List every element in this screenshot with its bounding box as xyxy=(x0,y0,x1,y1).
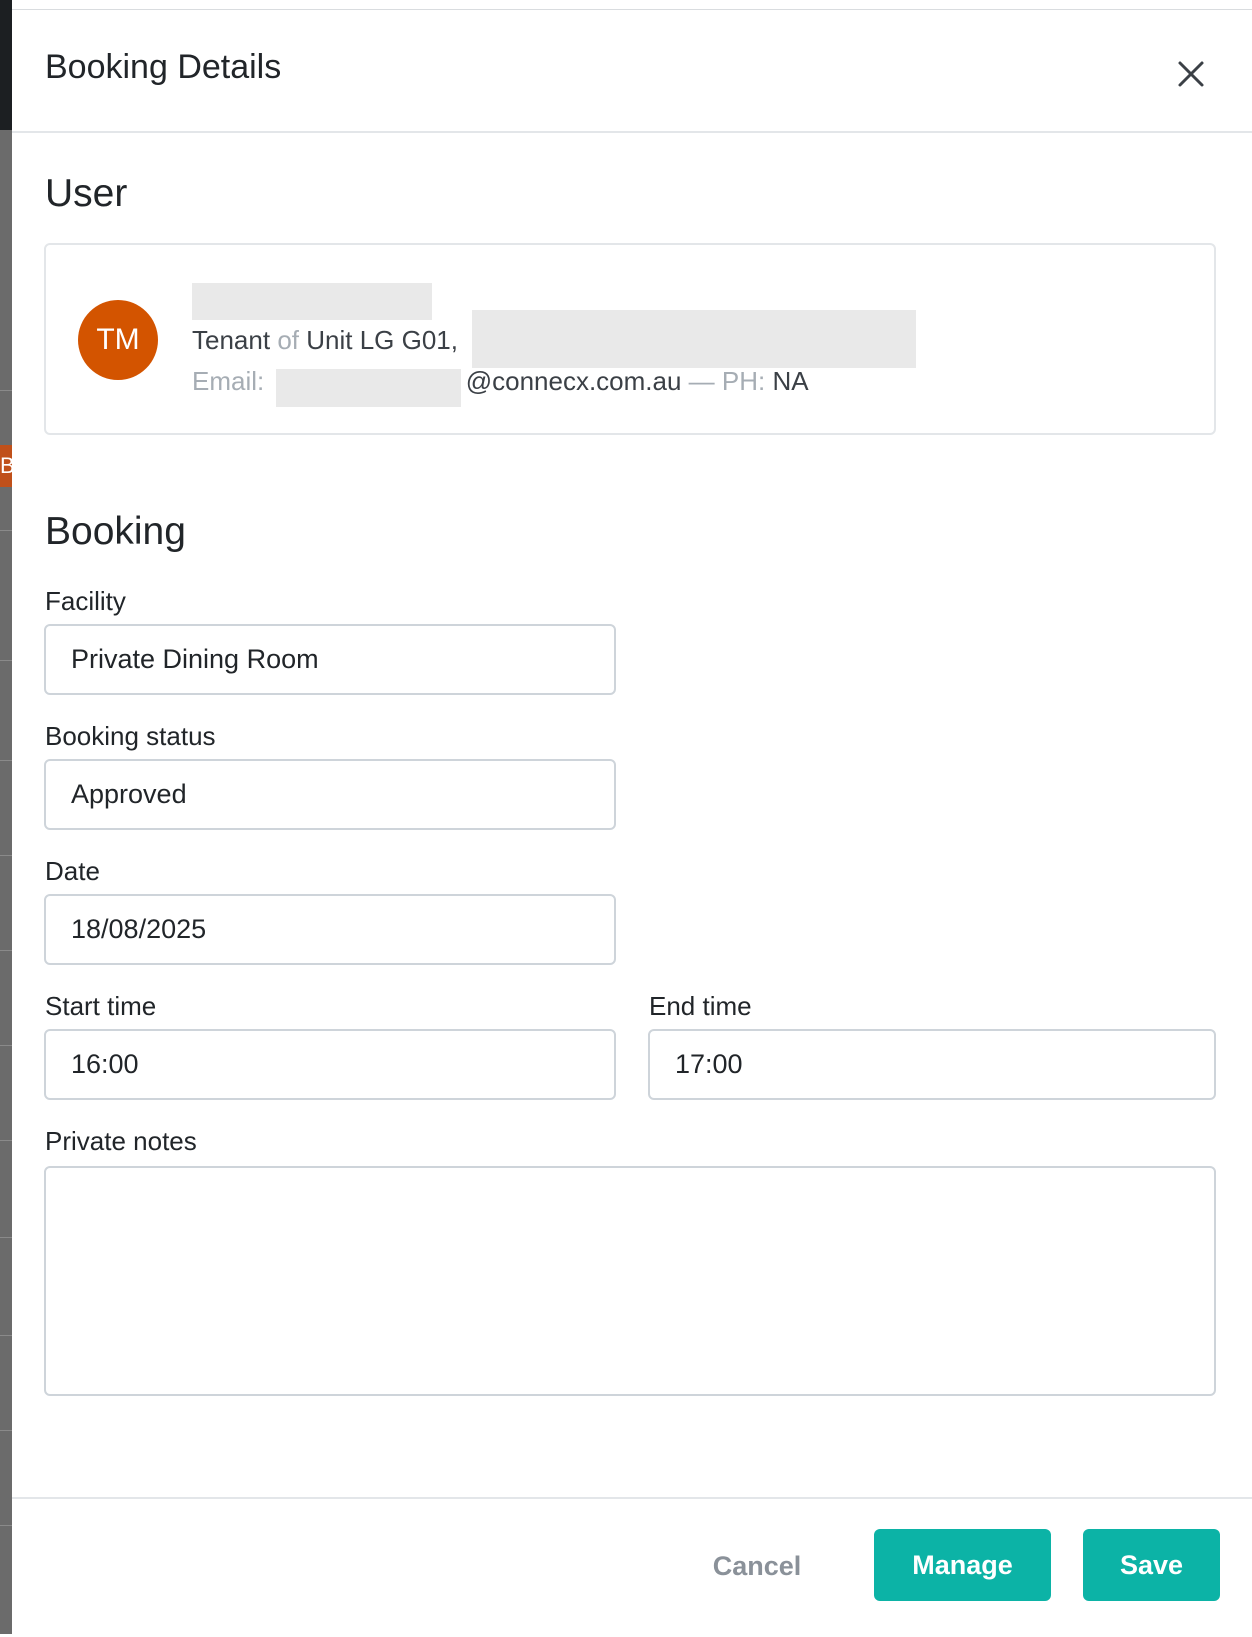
date-label: Date xyxy=(45,856,100,886)
redacted-company xyxy=(472,310,916,368)
modal-title: Booking Details xyxy=(45,48,282,86)
close-icon xyxy=(1178,61,1204,87)
of-word: of xyxy=(277,325,299,355)
facility-label: Facility xyxy=(45,586,126,616)
backdrop-divider xyxy=(0,855,12,856)
end-time-label: End time xyxy=(649,991,752,1021)
modal-footer: Cancel Manage Save xyxy=(12,1497,1252,1637)
backdrop-divider xyxy=(0,1430,12,1431)
user-tenancy-line: Tenant of Unit LG G01, xyxy=(192,325,458,356)
backdrop-divider xyxy=(0,1335,12,1336)
user-card: TM Tenant of Unit LG G01, Email: @connec… xyxy=(44,243,1216,435)
backdrop-divider xyxy=(0,530,12,531)
user-section-heading: User xyxy=(45,172,128,215)
backdrop-header xyxy=(0,0,12,130)
booking-status-field[interactable]: Approved xyxy=(44,759,616,830)
facility-field[interactable]: Private Dining Room xyxy=(44,624,616,695)
private-notes-textarea[interactable] xyxy=(44,1166,1216,1396)
avatar: TM xyxy=(78,300,158,380)
backdrop-divider xyxy=(0,1525,12,1526)
private-notes-label: Private notes xyxy=(45,1126,197,1156)
backdrop-divider xyxy=(0,1237,12,1238)
separator: — xyxy=(688,366,715,396)
redacted-user-name xyxy=(192,283,432,320)
cancel-button[interactable]: Cancel xyxy=(697,1530,817,1602)
end-time-field[interactable]: 17:00 xyxy=(648,1029,1216,1100)
backdrop-divider xyxy=(0,1140,12,1141)
phone-value: NA xyxy=(772,366,809,396)
backdrop-divider xyxy=(0,1045,12,1046)
save-button[interactable]: Save xyxy=(1083,1529,1220,1601)
backdrop-divider xyxy=(0,950,12,951)
booking-details-modal: Booking Details User TM Tenant of Unit L… xyxy=(12,9,1252,1635)
tenant-word: Tenant xyxy=(192,325,271,355)
backdrop-divider xyxy=(0,760,12,761)
close-button[interactable] xyxy=(1171,54,1211,94)
booking-status-label: Booking status xyxy=(45,721,216,751)
email-label: Email: xyxy=(192,366,265,396)
backdrop-divider xyxy=(0,390,12,391)
email-domain: @connecx.com.au xyxy=(465,366,682,396)
start-time-label: Start time xyxy=(45,991,157,1021)
phone-label: PH: xyxy=(721,366,766,396)
unit-label: Unit LG G01, xyxy=(306,325,458,355)
start-time-field[interactable]: 16:00 xyxy=(44,1029,616,1100)
date-field[interactable]: 18/08/2025 xyxy=(44,894,616,965)
booking-section-heading: Booking xyxy=(45,510,186,553)
manage-button[interactable]: Manage xyxy=(874,1529,1051,1601)
page-backdrop: B xyxy=(0,0,12,1634)
redacted-email xyxy=(276,369,461,407)
backdrop-badge: B xyxy=(0,445,12,487)
backdrop-divider xyxy=(0,660,12,661)
modal-header: Booking Details xyxy=(12,10,1252,133)
